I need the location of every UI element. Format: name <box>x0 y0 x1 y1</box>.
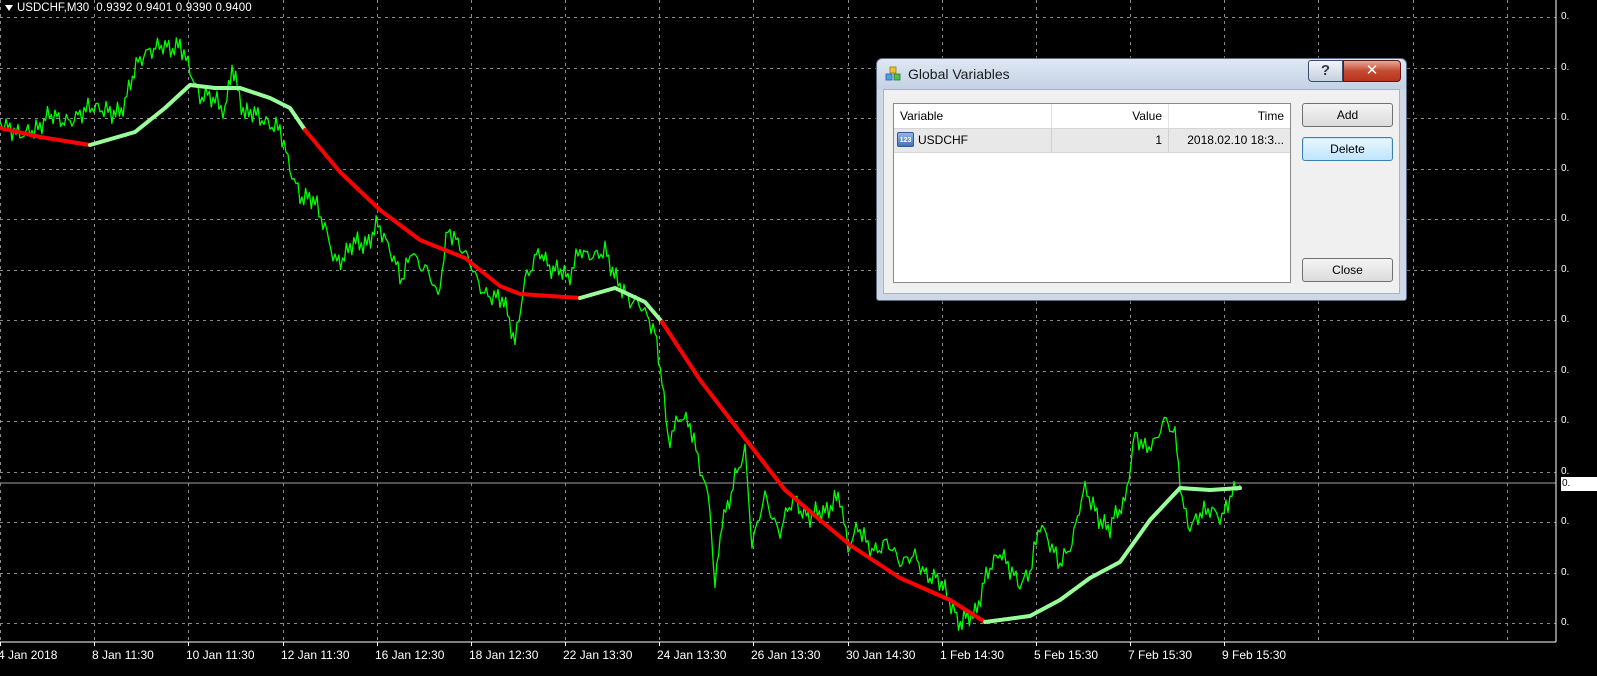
time-axis-tick <box>188 642 189 646</box>
time-axis-label: 4 Jan 2018 <box>0 648 58 662</box>
column-header-variable[interactable]: Variable <box>894 104 1052 128</box>
price-axis-label: 0. <box>1561 617 1597 629</box>
column-header-value[interactable]: Value <box>1052 104 1169 128</box>
number-icon: 123 <box>897 132 914 148</box>
price-axis-label: 0. <box>1561 365 1597 377</box>
help-button[interactable]: ? <box>1308 60 1343 82</box>
chart-header: USDCHF,M30 0.9392 0.9401 0.9390 0.9400 <box>0 0 252 16</box>
table-header: Variable Value Time <box>894 104 1290 129</box>
moving-average-segment <box>0 126 92 147</box>
time-axis-label: 9 Feb 15:30 <box>1222 648 1287 662</box>
time-axis-label: 12 Jan 11:30 <box>281 648 350 662</box>
current-price-label: 0. <box>1561 477 1597 491</box>
time-axis-label: 10 Jan 11:30 <box>186 648 255 662</box>
time-axis-label: 8 Jan 11:30 <box>92 648 154 662</box>
add-button[interactable]: Add <box>1302 103 1393 127</box>
time-axis-label: 26 Jan 13:30 <box>751 648 821 662</box>
time-axis-label: 1 Feb 14:30 <box>940 648 1005 662</box>
price-axis-label: 0. <box>1561 314 1597 326</box>
dialog-title: Global Variables <box>908 66 1010 82</box>
time-axis-tick <box>565 642 566 646</box>
chevron-down-icon[interactable] <box>5 5 13 11</box>
table-row[interactable]: 123 USDCHF 1 2018.02.10 18:3... <box>894 129 1290 153</box>
price-axis-label: 0. <box>1561 163 1597 175</box>
dialog-body: Variable Value Time 123 USDCHF 1 2018.02.… <box>883 89 1400 294</box>
cell-time: 2018.02.10 18:3... <box>1187 133 1284 147</box>
time-axis-tick <box>1130 642 1131 646</box>
variables-table[interactable]: Variable Value Time 123 USDCHF 1 2018.02.… <box>893 103 1291 283</box>
close-button[interactable]: Close <box>1302 258 1393 282</box>
column-header-time[interactable]: Time <box>1169 104 1290 128</box>
price-axis-label: 0. <box>1561 516 1597 528</box>
delete-button[interactable]: Delete <box>1302 137 1393 161</box>
time-axis-tick <box>753 642 754 646</box>
close-window-button[interactable]: ✕ <box>1343 60 1401 82</box>
cell-value[interactable]: 1 <box>1052 129 1169 152</box>
time-axis-label: 18 Jan 12:30 <box>469 648 539 662</box>
time-axis-label: 16 Jan 12:30 <box>375 648 445 662</box>
moving-average-segment <box>983 486 1242 624</box>
time-axis-label: 30 Jan 14:30 <box>846 648 916 662</box>
ohlc-values: 0.9392 0.9401 0.9390 0.9400 <box>96 2 252 14</box>
price-axis-label: 0. <box>1561 264 1597 276</box>
global-variables-dialog: Global Variables ? ✕ Variable Value Time… <box>876 58 1407 301</box>
cell-variable[interactable]: 123 USDCHF <box>894 129 1052 152</box>
time-axis-tick <box>1224 642 1225 646</box>
price-axis-label: 0. <box>1561 567 1597 579</box>
time-axis-tick <box>1036 642 1037 646</box>
price-axis-label: 0. <box>1561 112 1597 124</box>
moving-average-segment <box>303 128 582 300</box>
time-axis-label: 22 Jan 13:30 <box>563 648 633 662</box>
time-axis-tick <box>848 642 849 646</box>
variable-name: USDCHF <box>918 133 968 147</box>
price-axis-label: 0. <box>1561 62 1597 74</box>
price-axis-label: 0. <box>1561 213 1597 225</box>
time-axis-label: 5 Feb 15:30 <box>1034 648 1099 662</box>
price-axis-label: 0. <box>1561 11 1597 23</box>
time-axis-tick <box>377 642 378 646</box>
time-axis-tick <box>283 642 284 646</box>
dialog-titlebar[interactable]: Global Variables ? ✕ <box>877 59 1406 89</box>
price-axis-label: 0. <box>1561 415 1597 427</box>
time-axis-label: 24 Jan 13:30 <box>657 648 727 662</box>
global-variables-icon <box>885 66 901 81</box>
time-axis-tick <box>471 642 472 646</box>
symbol-label: USDCHF,M30 <box>17 2 90 14</box>
time-axis-tick <box>942 642 943 646</box>
time-axis-tick <box>659 642 660 646</box>
time-axis-tick <box>94 642 95 646</box>
time-axis-tick <box>0 642 1 646</box>
time-axis-label: 7 Feb 15:30 <box>1128 648 1193 662</box>
